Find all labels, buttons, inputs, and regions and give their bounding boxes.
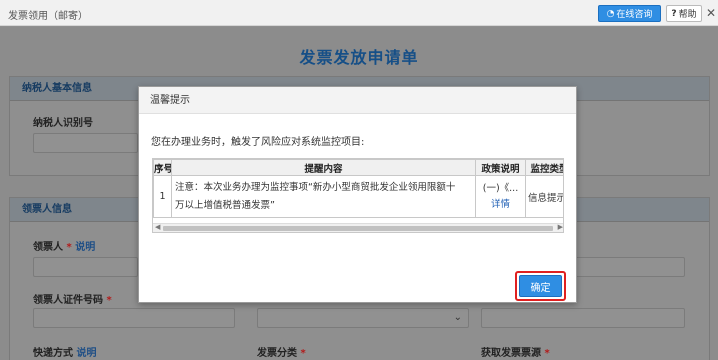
required-mark: * xyxy=(66,242,72,253)
required-mark: * xyxy=(544,348,550,359)
required-mark: * xyxy=(106,295,112,306)
dialog-message: 您在办理业务时，触发了风险应对系统监控项目: xyxy=(151,137,365,148)
column-header: 序号 xyxy=(153,159,172,176)
taxpayer-id-label: 纳税人识别号 xyxy=(33,118,93,129)
invoice-type-label-text: 发票分类 xyxy=(257,348,297,359)
policy-cell: (一)《... 详情 xyxy=(475,175,526,218)
help-button[interactable]: ? 帮助 xyxy=(666,5,702,22)
window-title: 发票领用（邮寄） xyxy=(8,11,88,22)
scroll-left-icon[interactable]: ◀ xyxy=(155,223,160,231)
table-row: 1 注意：本次业务办理为监控事项“新办小型商贸批发企业领用限额十 万以上增值税普… xyxy=(153,175,563,218)
delivery-help-link[interactable]: 说明 xyxy=(76,348,96,359)
column-header: 提醒内容 xyxy=(171,159,476,176)
reminder-line: 万以上增值税普通发票” xyxy=(175,199,275,211)
id-type-select[interactable]: ⌄ xyxy=(257,308,469,328)
recipient-phone-field[interactable] xyxy=(481,308,685,328)
row-index: 1 xyxy=(153,175,172,218)
question-icon: ? xyxy=(671,8,677,19)
recipient-id-label-text: 领票人证件号码 xyxy=(33,295,103,306)
reminder-line: 注意：本次业务办理为监控事项“新办小型商贸批发企业领用限额十 xyxy=(175,181,456,193)
online-consult-button[interactable]: ◔ 在线咨询 xyxy=(598,5,661,22)
close-icon[interactable]: ✕ xyxy=(706,6,716,20)
reminder-content: 注意：本次业务办理为监控事项“新办小型商贸批发企业领用限额十 万以上增值税普通发… xyxy=(171,175,476,218)
horizontal-scrollbar[interactable]: ◀ ▶ xyxy=(153,223,563,232)
recipient-name-field[interactable] xyxy=(33,257,138,277)
help-label: 帮助 xyxy=(678,10,697,20)
recipient-label: 领票人 * 说明 xyxy=(33,238,95,253)
risk-table: 序号 提醒内容 政策说明 监控类型 1 注意：本次业务办理为监控事项“新办小型商… xyxy=(152,158,564,233)
warning-dialog: 温馨提示 您在办理业务时，触发了风险应对系统监控项目: 序号 提醒内容 政策说明… xyxy=(138,86,577,303)
recipient-id-label: 领票人证件号码 * xyxy=(33,291,112,306)
delivery-label: 快递方式 说明 xyxy=(33,344,96,359)
online-consult-label: 在线咨询 xyxy=(616,10,653,20)
taxpayer-id-field[interactable] xyxy=(33,133,138,153)
column-header: 政策说明 xyxy=(475,159,526,176)
invoice-type-label: 发票分类 * xyxy=(257,344,306,359)
recipient-id-field[interactable] xyxy=(33,308,235,328)
dialog-title: 温馨提示 xyxy=(139,87,576,114)
recipient-help-link[interactable]: 说明 xyxy=(75,242,95,253)
column-header: 监控类型 xyxy=(525,159,563,176)
policy-detail-link[interactable]: 详情 xyxy=(477,197,525,213)
policy-text: (一)《... xyxy=(482,182,519,194)
monitor-type: 信息提示 xyxy=(525,175,563,218)
scrollbar-thumb[interactable] xyxy=(163,226,553,231)
top-bar: 发票领用（邮寄） ◔ 在线咨询 ? 帮助 ✕ xyxy=(0,0,718,26)
invoice-source-label: 获取发票票源 * xyxy=(481,344,550,359)
page-title: 发票发放申请单 xyxy=(299,48,419,67)
table-header-row: 序号 提醒内容 政策说明 监控类型 xyxy=(153,159,563,176)
confirm-button[interactable]: 确定 xyxy=(519,275,562,297)
recipient-label-text: 领票人 xyxy=(33,242,63,253)
chat-icon: ◔ xyxy=(606,8,615,19)
delivery-label-text: 快递方式 xyxy=(33,348,73,359)
invoice-source-label-text: 获取发票票源 xyxy=(481,348,541,359)
required-mark: * xyxy=(300,348,306,359)
chevron-down-icon: ⌄ xyxy=(453,312,462,323)
scroll-right-icon[interactable]: ▶ xyxy=(558,223,563,231)
